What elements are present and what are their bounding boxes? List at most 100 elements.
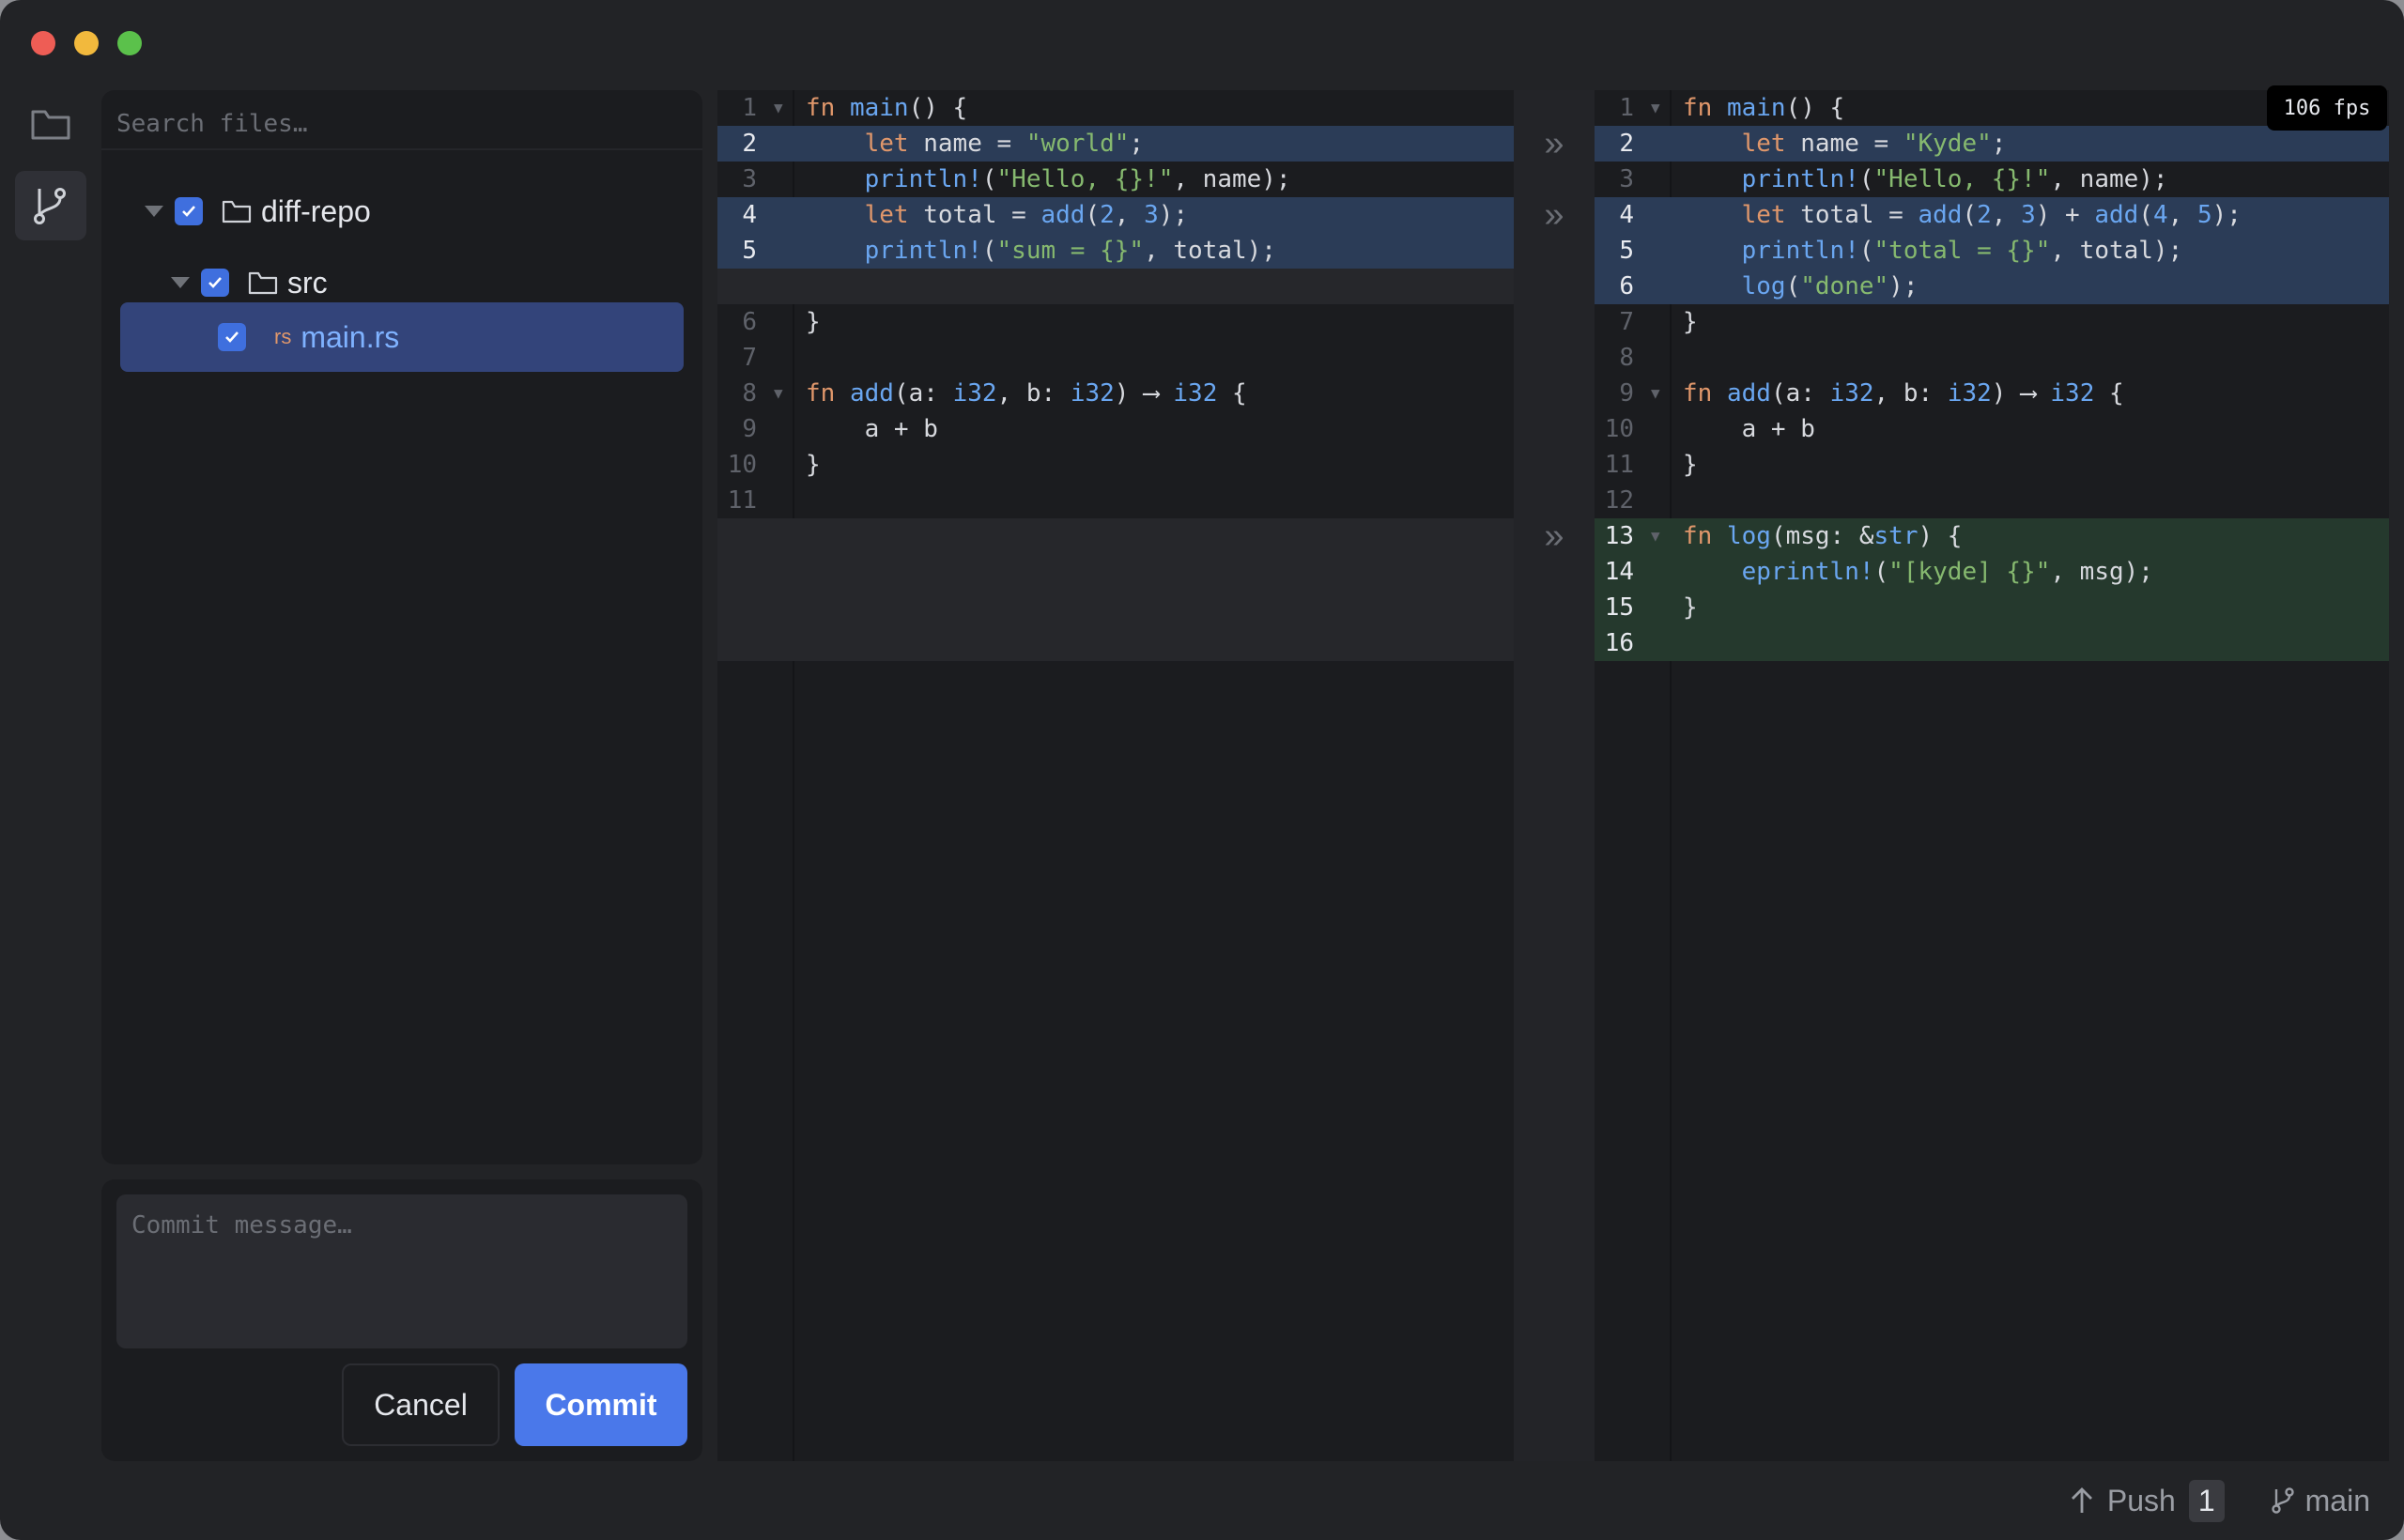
checkbox[interactable] <box>201 269 229 297</box>
code-token: ) ⟶ <box>1114 379 1174 408</box>
rust-file-icon: rs <box>274 325 292 348</box>
code-token: ( <box>981 165 997 193</box>
code-token: main <box>1726 94 1786 122</box>
code-token: eprintln! <box>1741 558 1874 586</box>
checkbox[interactable] <box>175 197 203 225</box>
diff-gap-row <box>717 518 1514 554</box>
maximize-window-button[interactable] <box>117 31 142 55</box>
line-number: 2 <box>742 130 757 158</box>
tree-item-diff-repo[interactable]: diff-repo <box>120 177 684 246</box>
fold-chevron-icon[interactable]: ▼ <box>1651 90 1660 126</box>
tree-item-main-rs[interactable]: rs main.rs <box>120 302 684 372</box>
code-token: fn <box>1683 94 1727 122</box>
rail-source-control-button[interactable] <box>15 171 86 240</box>
git-branch-icon <box>2271 1487 2294 1514</box>
code-text: fn log(msg: &str) { <box>1683 518 1962 554</box>
code-token: , msg); <box>2050 558 2153 586</box>
line-number: 5 <box>1619 237 1634 265</box>
git-branch-icon <box>34 188 66 224</box>
commit-panel: Commit message… Cancel Commit <box>101 1179 702 1461</box>
diff-gap-row <box>717 625 1514 661</box>
code-text: } <box>806 447 821 483</box>
fold-chevron-icon[interactable]: ▼ <box>774 376 783 411</box>
apply-hunk-arrow-icon[interactable]: » <box>1514 126 1595 162</box>
code-token: a + b <box>806 415 938 443</box>
apply-hunk-arrow-icon[interactable]: » <box>1514 197 1595 233</box>
code-text: } <box>1683 447 1698 483</box>
chevron-down-icon[interactable] <box>171 277 190 288</box>
code-token: (a: <box>1770 379 1830 408</box>
code-token: () { <box>1785 94 1845 122</box>
code-line: 10} <box>717 447 1514 483</box>
chevron-down-icon[interactable] <box>145 206 163 217</box>
apply-hunk-arrow-icon[interactable]: » <box>1514 518 1595 554</box>
checkbox[interactable] <box>218 323 246 351</box>
code-text: a + b <box>1683 411 1815 447</box>
code-text: let name = "world"; <box>806 126 1144 162</box>
rail-files-button[interactable] <box>15 90 86 160</box>
code-token: ( <box>1785 272 1801 300</box>
code-token: ; <box>1129 130 1145 158</box>
code-line: 14 eprintln!("[kyde] {}", msg); <box>1595 554 2389 590</box>
code-line: 5 println!("sum = {}", total); <box>717 233 1514 269</box>
code-token: name = <box>908 130 1026 158</box>
file-search-input[interactable]: Search files… <box>116 105 687 143</box>
line-number: 10 <box>727 451 757 479</box>
code-text: println!("total = {}", total); <box>1683 233 2183 269</box>
push-button[interactable]: Push 1 <box>2070 1479 2225 1522</box>
fold-chevron-icon[interactable]: ▼ <box>1651 376 1660 411</box>
code-token: i32 <box>1947 379 1992 408</box>
arrow-up-icon <box>2071 1487 2092 1513</box>
line-number: 3 <box>1619 165 1634 193</box>
diff-right-pane[interactable]: 1 ▼ fn main() {2 let name = "Kyde"; 3 print… <box>1595 90 2389 1461</box>
line-number: 7 <box>742 344 757 372</box>
code-token: ( <box>981 237 997 265</box>
code-token: } <box>1683 451 1698 479</box>
minimize-window-button[interactable] <box>74 31 99 55</box>
code-line: 3 println!("Hello, {}!", name); <box>717 162 1514 197</box>
branch-name: main <box>2304 1483 2370 1517</box>
code-token: add <box>2094 201 2139 229</box>
fold-chevron-icon[interactable]: ▼ <box>1651 518 1660 554</box>
code-token: , total); <box>2050 237 2183 265</box>
code-token: add <box>1040 201 1086 229</box>
code-token: str <box>1873 522 1919 550</box>
push-label: Push <box>2106 1483 2176 1517</box>
code-line: 5 println!("total = {}", total); <box>1595 233 2389 269</box>
code-line: 9 ▼ fn add(a: i32, b: i32) ⟶ i32 { <box>1595 376 2389 411</box>
code-line: 8 <box>1595 340 2389 376</box>
code-token: } <box>806 451 821 479</box>
code-token: main <box>849 94 909 122</box>
code-token: println! <box>864 165 982 193</box>
check-icon <box>225 331 239 343</box>
code-token: i32 <box>1070 379 1115 408</box>
fold-chevron-icon[interactable]: ▼ <box>774 90 783 126</box>
line-number: 3 <box>742 165 757 193</box>
code-token: ( <box>1873 558 1889 586</box>
commit-button[interactable]: Commit <box>515 1363 687 1446</box>
diff-gap-row <box>717 590 1514 625</box>
code-line: 16 <box>1595 625 2389 661</box>
commit-message-input[interactable]: Commit message… <box>116 1194 687 1348</box>
code-token: i32 <box>1829 379 1874 408</box>
diff-left-pane[interactable]: 1 ▼ fn main() {2 let name = "world"; 3 prin… <box>717 90 1514 1461</box>
close-window-button[interactable] <box>31 31 55 55</box>
code-token: } <box>806 308 821 336</box>
app-window: Search files… diff-repo src rs main.rs C… <box>0 0 2404 1540</box>
code-token: 4 <box>2152 201 2168 229</box>
code-line: 12 <box>1595 483 2389 518</box>
code-token: (msg: & <box>1770 522 1874 550</box>
branch-indicator[interactable]: main <box>2270 1484 2370 1518</box>
code-token: a + b <box>1683 415 1815 443</box>
code-token: let <box>864 201 909 229</box>
code-token: , <box>1991 201 2022 229</box>
code-token: println! <box>864 237 982 265</box>
code-token: "sum = {}" <box>996 237 1145 265</box>
code-token: "Kyde" <box>1903 130 1992 158</box>
code-token: add <box>1918 201 1963 229</box>
cancel-button[interactable]: Cancel <box>342 1363 500 1446</box>
code-token: add <box>1726 379 1771 408</box>
